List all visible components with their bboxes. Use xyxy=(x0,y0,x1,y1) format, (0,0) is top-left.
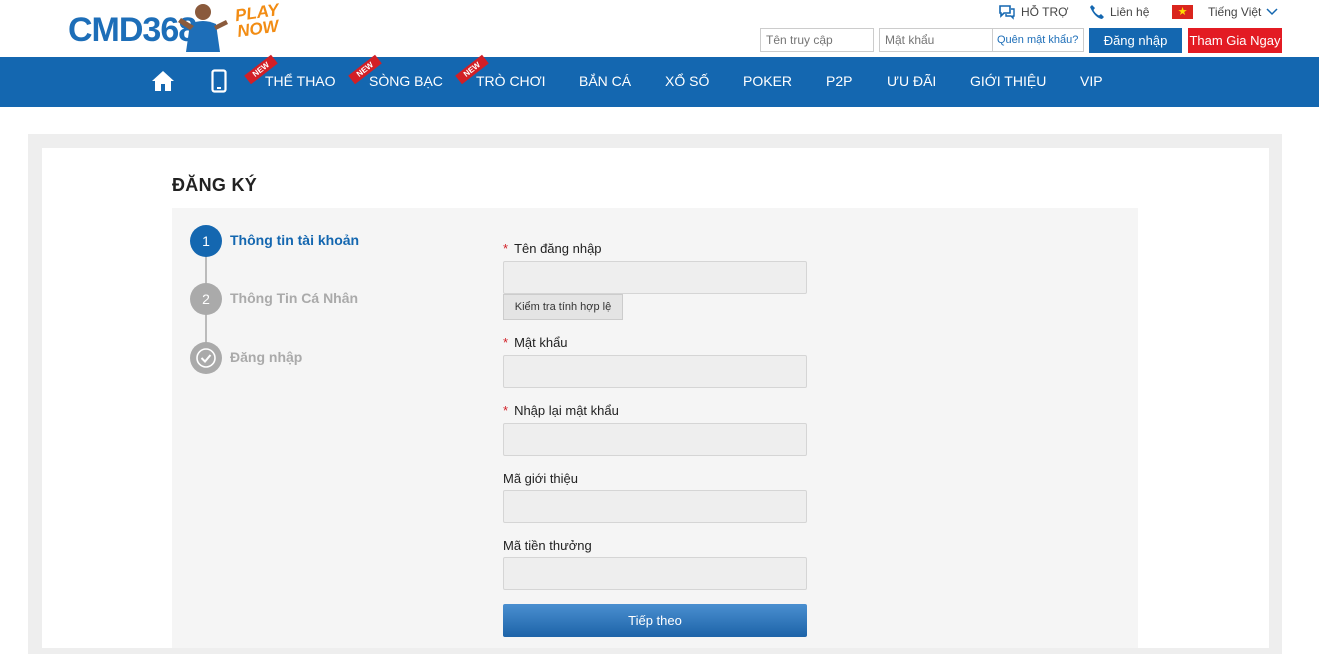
contact-link[interactable]: Liên hệ xyxy=(1089,3,1149,21)
bonus-code-input[interactable] xyxy=(503,557,807,590)
check-icon xyxy=(196,348,216,368)
reg-confirm-password-input[interactable] xyxy=(503,423,807,456)
top-header: CMD368 PLAY NOW HỖ TRỢ Liên hệ ★ Tiếng V… xyxy=(0,0,1319,57)
nav-item-casino[interactable]: SÒNG BẠC xyxy=(369,73,443,89)
nav-item-lottery[interactable]: XỔ SỐ xyxy=(665,73,709,89)
mascot-image xyxy=(178,4,228,52)
support-label: HỖ TRỢ xyxy=(1021,5,1069,19)
required-mark: * xyxy=(503,241,509,256)
password-input[interactable] xyxy=(880,29,992,51)
step-1-label: Thông tin tài khoản xyxy=(230,232,360,248)
language-label: Tiếng Việt xyxy=(1208,5,1262,19)
vietnam-flag-icon: ★ xyxy=(1172,5,1193,19)
nav-item-fishing[interactable]: BẮN CÁ xyxy=(579,73,631,89)
step-2-label: Thông Tin Cá Nhân xyxy=(230,290,359,306)
main-nav: NEW NEW NEW THỂ THAO SÒNG BẠC TRÒ CHƠI B… xyxy=(0,54,1319,107)
login-button[interactable]: Đăng nhập xyxy=(1089,28,1182,53)
required-mark: * xyxy=(503,403,509,418)
support-link[interactable]: HỖ TRỢ xyxy=(998,3,1068,21)
join-now-button[interactable]: Tham Gia Ngay xyxy=(1188,28,1282,53)
step-1-circle: 1 xyxy=(190,225,222,257)
home-icon[interactable] xyxy=(151,69,175,93)
nav-item-referral[interactable]: GIỚI THIỆU xyxy=(970,73,1046,89)
language-selector[interactable]: ★ Tiếng Việt xyxy=(1172,3,1278,21)
phone-icon xyxy=(1090,5,1104,19)
confirm-password-field-label: * Nhập lại mật khẩu xyxy=(503,403,619,418)
chat-icon xyxy=(999,5,1015,20)
step-3-circle xyxy=(190,342,222,374)
reg-password-input[interactable] xyxy=(503,355,807,388)
step-2-circle: 2 xyxy=(190,283,222,315)
nav-item-promotions[interactable]: ƯU ĐÃI xyxy=(887,73,936,89)
next-button[interactable]: Tiếp theo xyxy=(503,604,807,637)
referral-code-input[interactable] xyxy=(503,490,807,523)
referral-code-label: Mã giới thiệu xyxy=(503,471,579,486)
step-3-label: Đăng nhập xyxy=(230,349,303,365)
check-validity-button[interactable]: Kiểm tra tính hợp lệ xyxy=(503,294,623,320)
contact-label: Liên hệ xyxy=(1110,5,1150,19)
reg-username-input[interactable] xyxy=(503,261,807,294)
play-now-tagline: PLAY NOW xyxy=(233,0,280,42)
nav-item-poker[interactable]: POKER xyxy=(743,73,792,89)
nav-item-sports[interactable]: THỂ THAO xyxy=(265,73,336,89)
forgot-password-link[interactable]: Quên mật khẩu? xyxy=(992,29,1078,51)
password-field-label: * Mật khẩu xyxy=(503,335,568,350)
nav-item-games[interactable]: TRÒ CHƠI xyxy=(476,73,546,89)
mobile-icon[interactable] xyxy=(211,69,227,93)
username-input[interactable] xyxy=(760,28,874,52)
username-field-label: * Tên đăng nhập xyxy=(503,241,602,256)
required-mark: * xyxy=(503,335,509,350)
page-title: ĐĂNG KÝ xyxy=(172,175,258,195)
nav-item-vip[interactable]: VIP xyxy=(1080,73,1103,89)
password-input-group: Quên mật khẩu? xyxy=(879,28,1084,52)
bonus-code-label: Mã tiền thưởng xyxy=(503,538,592,553)
nav-item-p2p[interactable]: P2P xyxy=(826,73,852,89)
chevron-down-icon xyxy=(1266,8,1278,16)
